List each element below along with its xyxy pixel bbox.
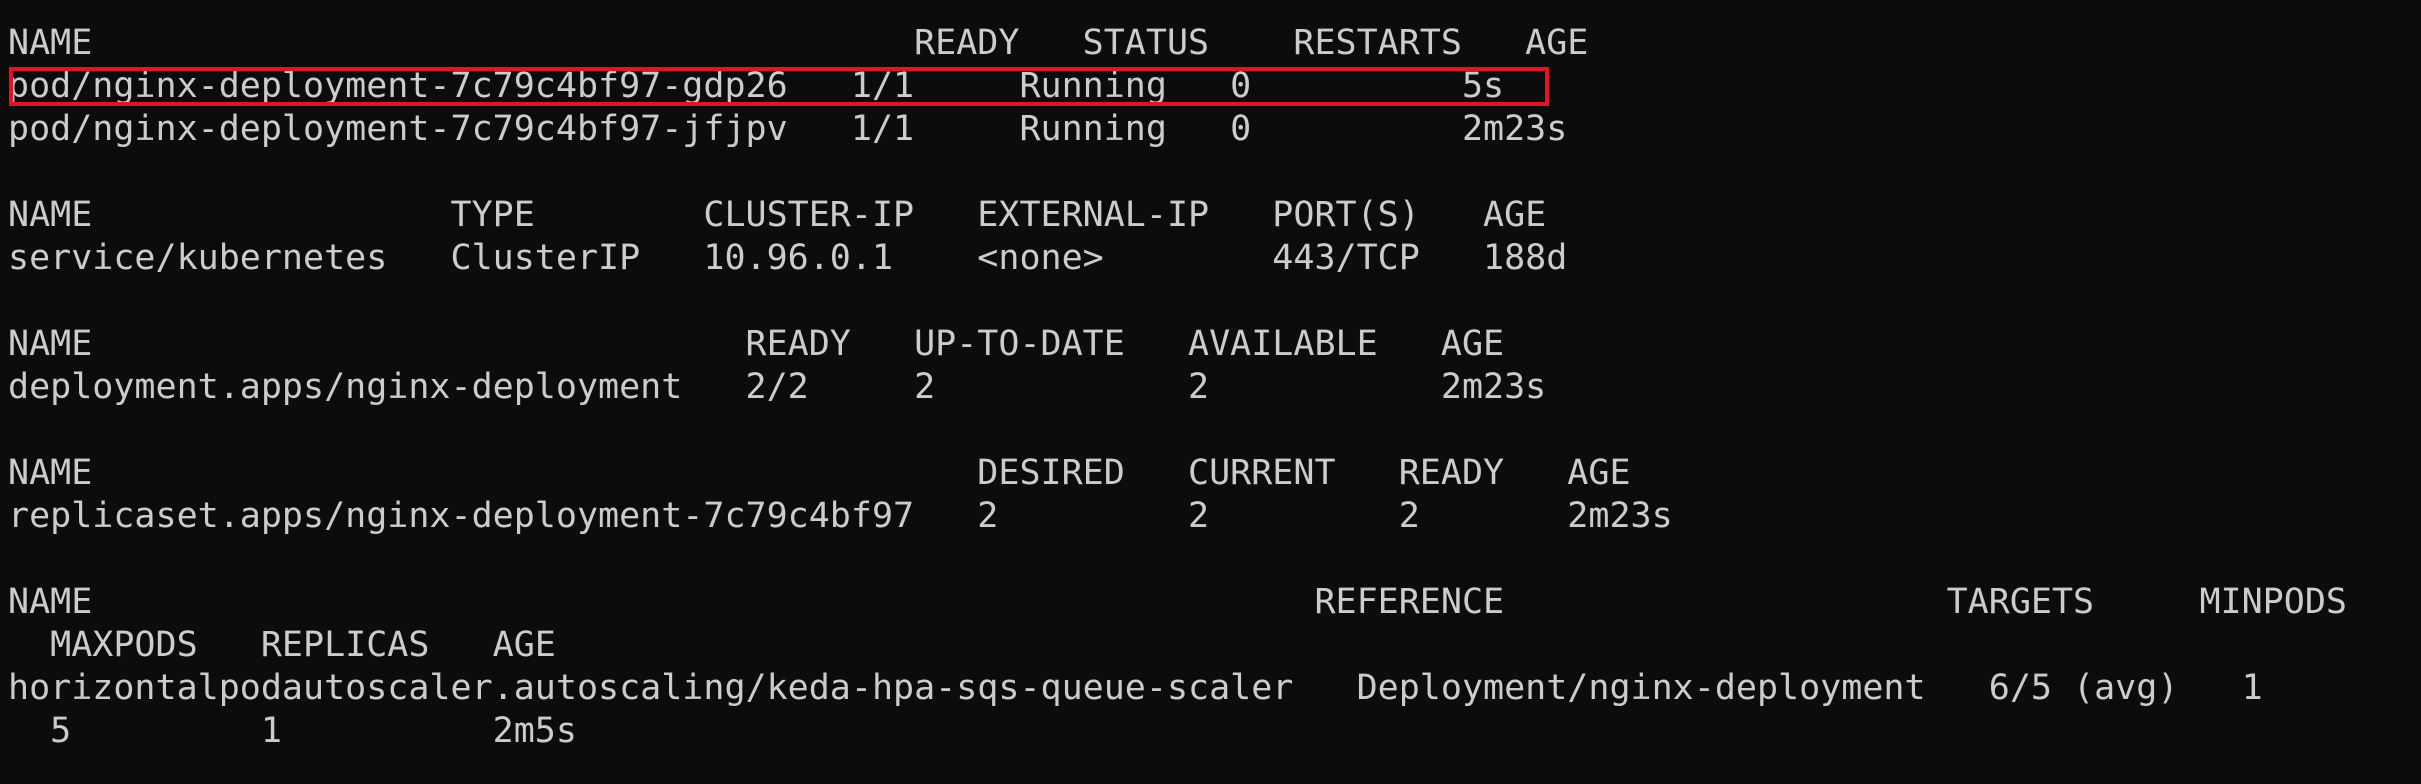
replicasets-header-line: NAME DESIRED CURRENT READY AGE [8,453,1631,493]
deployment-row-nginx: deployment.apps/nginx-deployment 2/2 2 2… [8,367,1547,407]
services-header-line: NAME TYPE CLUSTER-IP EXTERNAL-IP PORT(S)… [8,195,1547,235]
terminal-window[interactable]: NAME READY STATUS RESTARTS AGE pod/nginx-… [0,0,2421,784]
hpa-header-line: NAME REFERENCE TARGETS MINPODS [8,582,2347,622]
replicaset-row-nginx: replicaset.apps/nginx-deployment-7c79c4b… [8,496,1673,536]
pod-row-gdp26: pod/nginx-deployment-7c79c4bf97-gdp26 1/… [8,66,1505,106]
pod-row-jfjpv: pod/nginx-deployment-7c79c4bf97-jfjpv 1/… [8,109,1568,149]
hpa-row-keda: horizontalpodautoscaler.autoscaling/keda… [8,668,2263,708]
hpa-row-keda-wrapped: 5 1 2m5s [8,711,577,751]
service-row-kubernetes: service/kubernetes ClusterIP 10.96.0.1 <… [8,238,1568,278]
pods-header-line: NAME READY STATUS RESTARTS AGE [8,23,1589,63]
deployments-header-line: NAME READY UP-TO-DATE AVAILABLE AGE [8,324,1505,364]
hpa-header-line-wrapped: MAXPODS REPLICAS AGE [8,625,556,665]
terminal-output: NAME READY STATUS RESTARTS AGE pod/nginx-… [8,22,2347,753]
